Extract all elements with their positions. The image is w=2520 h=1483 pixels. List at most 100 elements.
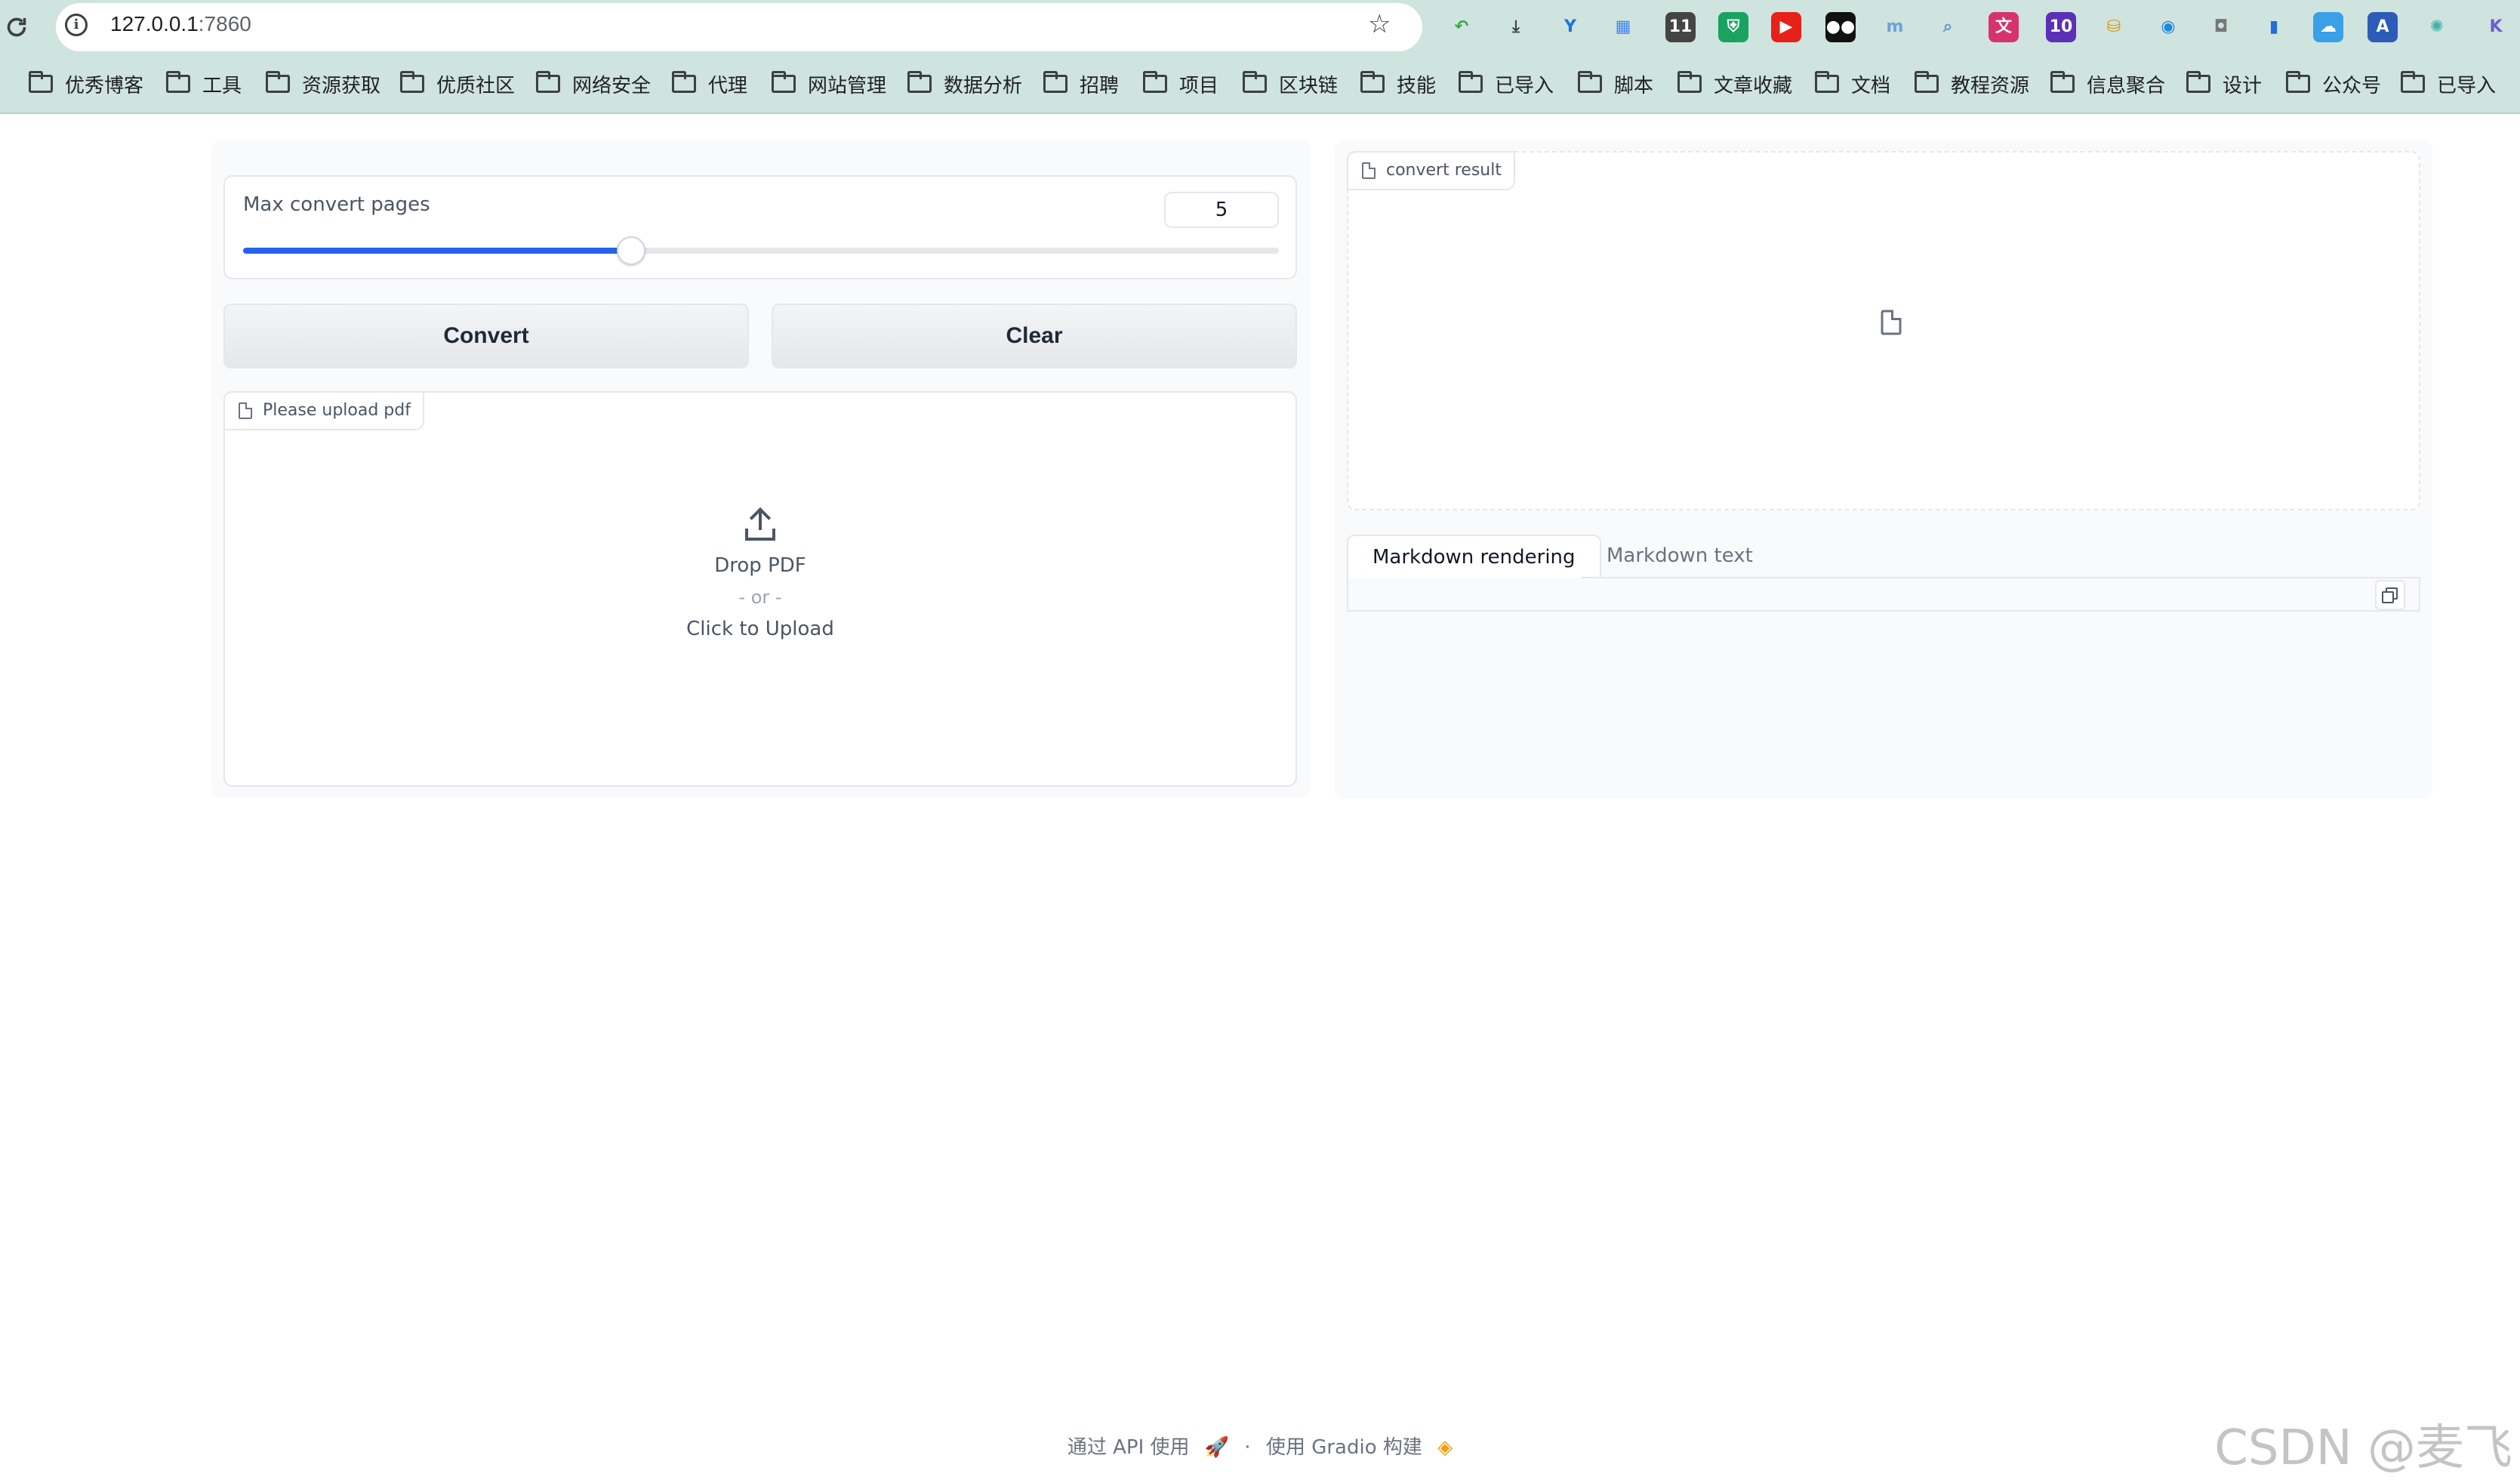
bookmark-label: 代理 (708, 74, 748, 97)
folder-icon (672, 71, 696, 93)
folder-icon (266, 71, 290, 93)
bookmark-label: 优秀博客 (65, 74, 144, 97)
folder-icon (1815, 71, 1839, 93)
bookmark-folder[interactable]: 公众号 (2286, 62, 2381, 106)
bookmark-folder[interactable]: 信息聚合 (2050, 62, 2165, 106)
bookmark-label: 资源获取 (302, 74, 381, 97)
globe-ext-icon[interactable]: ✺ (2422, 12, 2452, 42)
bookmark-label: 项目 (1179, 74, 1219, 97)
bookmark-label: 区块链 (1279, 74, 1339, 97)
bookmark-label: 设计 (2223, 74, 2263, 97)
back-arrow-ext-icon[interactable]: ↶ (1446, 12, 1477, 42)
url-text[interactable]: 127.0.0.1:7860 (110, 11, 251, 38)
translate-ext-icon[interactable]: 文 (1989, 12, 2019, 42)
folder-icon (2050, 71, 2075, 93)
address-bar[interactable] (56, 3, 1422, 51)
convert-result-file[interactable]: convert result (1347, 151, 2420, 510)
folder-icon (1915, 71, 1939, 93)
chrome-like-ext-icon[interactable]: ◉ (2153, 12, 2183, 42)
shield-ext-icon[interactable]: ⛨ (1718, 12, 1748, 42)
youtube-ext-icon[interactable]: ▶ (1771, 12, 1801, 42)
footer-separator: · (1244, 1436, 1251, 1459)
slider-block: Max convert pages 5 (223, 175, 1297, 279)
bookmark-folder[interactable]: 文档 (1815, 62, 1890, 106)
tab-markdown-rendering[interactable]: Markdown rendering (1347, 535, 1601, 578)
click-upload-text[interactable]: Click to Upload (225, 613, 1295, 645)
graduate-ext-icon[interactable]: 10 (2046, 12, 2076, 42)
bookmark-folder[interactable]: 优秀博客 (29, 62, 143, 106)
reload-icon[interactable] (3, 14, 30, 41)
browser-chrome: i 127.0.0.1:7860 ☆ ↶ ⤓ Y ▦ 11 ⛨ ▶ ●● m ⌕ 文 10 ⛁ ◉ ◘ ▮ ☁ A… (0, 0, 2520, 114)
y-ext-icon[interactable]: Y (1555, 12, 1585, 42)
bookmark-ext-icon[interactable]: ▮ (2259, 12, 2289, 42)
camera-ext-icon[interactable]: ◘ (2206, 12, 2236, 42)
folder-icon (1677, 71, 1702, 93)
max-pages-slider[interactable] (243, 236, 1279, 265)
folder-icon (2186, 71, 2210, 93)
grid-ext-icon[interactable]: ▦ (1608, 12, 1638, 42)
folder-icon (1243, 71, 1267, 93)
slider-label: Max convert pages (243, 193, 430, 216)
folder-icon (400, 71, 424, 93)
bookmark-folder[interactable]: 网站管理 (772, 62, 886, 106)
glasses-ext-icon[interactable]: ●● (1825, 12, 1856, 42)
bookmark-folder[interactable]: 设计 (2186, 62, 2262, 106)
rocket-icon: 🚀 (1204, 1436, 1230, 1459)
footer: 通过 API 使用 🚀 · 使用 Gradio 构建 ◈ (0, 1432, 2520, 1460)
k-ext-icon[interactable]: K (2481, 12, 2511, 42)
bookmark-label: 优质社区 (436, 74, 516, 97)
bookmark-folder[interactable]: 脚本 (1578, 62, 1653, 106)
folder-yellow-ext-icon[interactable]: ⛁ (2099, 12, 2129, 42)
result-label-chip: convert result (1347, 151, 1515, 190)
cloud-ext-icon[interactable]: ☁ (2313, 12, 2343, 42)
gradio-logo-icon: ◈ (1437, 1436, 1453, 1459)
bookmark-folder[interactable]: 文章收藏 (1677, 62, 1792, 106)
folder-icon (1043, 71, 1067, 93)
slider-fill (243, 248, 631, 254)
bookmark-folder[interactable]: 教程资源 (1915, 62, 2029, 106)
site-info-icon[interactable]: i (65, 14, 88, 36)
convert-button[interactable]: Convert (223, 304, 749, 368)
mu-ext-icon[interactable]: m (1880, 12, 1910, 42)
tab-markdown-text[interactable]: Markdown text (1582, 535, 1777, 578)
calendar-ext-icon[interactable]: 11 (1665, 12, 1696, 42)
bookmark-folder[interactable]: 项目 (1143, 62, 1218, 106)
file-icon (239, 402, 252, 419)
clear-button[interactable]: Clear (772, 304, 1297, 368)
a-ext-icon[interactable]: A (2368, 12, 2398, 42)
folder-icon (1143, 71, 1167, 93)
slider-thumb[interactable] (617, 236, 645, 265)
bookmarks-bar: 优秀博客 工具 资源获取 优质社区 网络安全 代理 网站管理 数据分析 招聘 项目 区块链 技能 已导入… (0, 62, 2520, 106)
folder-icon (1459, 71, 1483, 93)
drop-pdf-text: Drop PDF (714, 554, 806, 577)
bookmark-folder[interactable]: 技能 (1360, 62, 1436, 106)
use-via-api-link[interactable]: 通过 API 使用 (1067, 1436, 1190, 1459)
upload-prompt[interactable]: Drop PDF - or - Click to Upload (225, 506, 1295, 645)
bookmark-label: 脚本 (1614, 74, 1654, 97)
bookmark-folder[interactable]: 资源获取 (266, 62, 380, 106)
markdown-output (1347, 578, 2420, 612)
bookmark-folder[interactable]: 数据分析 (907, 62, 1022, 106)
bookmark-star-icon[interactable]: ☆ (1368, 11, 1391, 38)
bookmark-folder[interactable]: 代理 (672, 62, 747, 106)
pdf-upload-dropzone[interactable]: Please upload pdf Drop PDF - or - Click … (223, 391, 1297, 787)
folder-icon (536, 71, 560, 93)
built-with-gradio-link[interactable]: 使用 Gradio 构建 (1266, 1436, 1422, 1459)
bookmark-label: 工具 (202, 74, 242, 97)
folder-icon (772, 71, 796, 93)
magnifier-ext-icon[interactable]: ⌕ (1933, 12, 1963, 42)
bookmark-folder[interactable]: 招聘 (1043, 62, 1119, 106)
bookmark-folder[interactable]: 已导入 (1459, 62, 1554, 106)
upload-icon (742, 506, 778, 542)
download-icon[interactable]: ⤓ (1501, 12, 1531, 42)
output-panel: convert result Markdown rendering Markdo… (1335, 140, 2432, 799)
empty-file-icon (1881, 310, 1902, 335)
bookmark-folder[interactable]: 优质社区 (400, 62, 515, 106)
folder-icon (1578, 71, 1602, 93)
max-pages-number-input[interactable]: 5 (1164, 192, 1279, 228)
bookmark-folder[interactable]: 已导入 (2401, 62, 2496, 106)
bookmark-folder[interactable]: 区块链 (1243, 62, 1338, 106)
bookmark-folder[interactable]: 网络安全 (536, 62, 651, 106)
copy-icon[interactable] (2375, 580, 2405, 610)
bookmark-folder[interactable]: 工具 (166, 62, 242, 106)
